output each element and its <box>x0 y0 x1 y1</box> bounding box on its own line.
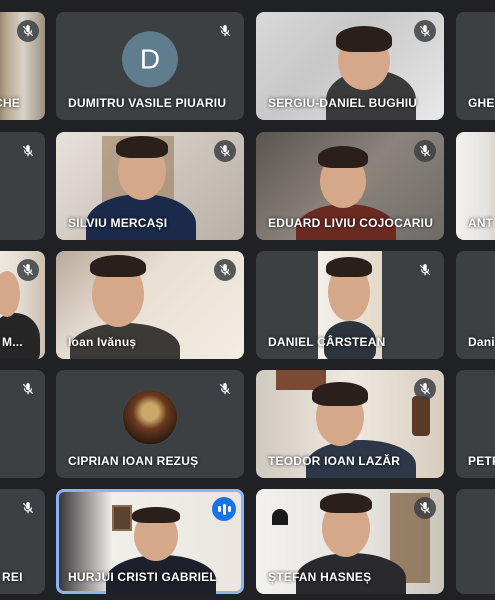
participant-name: ANT <box>468 216 494 230</box>
participant-tile[interactable]: CIPRIAN IOAN REZUȘ <box>56 370 244 478</box>
participant-tile[interactable]: PETR <box>456 370 495 478</box>
participant-tile[interactable]: Dani <box>456 251 495 359</box>
participant-tile[interactable] <box>0 132 45 240</box>
participant-name: CIPRIAN IOAN REZUȘ <box>68 454 199 468</box>
participant-name: SERGIU-DANIEL BUGHIU <box>268 96 418 110</box>
participant-tile[interactable]: ANT <box>456 132 495 240</box>
mic-off-icon <box>17 20 39 42</box>
mic-off-icon <box>214 378 236 400</box>
avatar: D <box>122 31 178 88</box>
participant-name: EDUARD LIVIU COJOCARIU <box>268 216 434 230</box>
participant-name: DUMITRU VASILE PIUARIU <box>68 96 227 110</box>
participant-tile[interactable]: D DUMITRU VASILE PIUARIU <box>56 12 244 120</box>
mic-off-icon <box>17 259 39 281</box>
participant-name: Dani <box>468 335 495 349</box>
participant-tile[interactable] <box>0 370 45 478</box>
participant-name: PETR <box>468 454 495 468</box>
participant-name: M... <box>2 335 23 349</box>
mic-off-icon <box>17 378 39 400</box>
mic-off-icon <box>414 378 436 400</box>
participant-tile[interactable]: TEODOR IOAN LAZĂR <box>256 370 444 478</box>
participant-tile[interactable]: SERGIU-DANIEL BUGHIU <box>256 12 444 120</box>
participant-tile-speaking[interactable]: HURJUI CRISTI GABRIEL <box>56 489 244 594</box>
mic-off-icon <box>414 259 436 281</box>
participant-tile[interactable]: DANIEL CÂRSTEAN <box>256 251 444 359</box>
participant-tile[interactable]: Ioan Ivănuș <box>56 251 244 359</box>
participant-tile[interactable]: CHE <box>0 12 45 120</box>
participant-name: ȘTEFAN HASNEȘ <box>268 570 372 584</box>
avatar <box>122 389 178 446</box>
participant-name: REI <box>2 570 23 584</box>
participant-tile[interactable]: GHE <box>456 12 495 120</box>
participant-tile[interactable]: REI <box>0 489 45 594</box>
participant-name: HURJUI CRISTI GABRIEL <box>68 570 217 584</box>
mic-off-icon <box>214 140 236 162</box>
participant-tile[interactable]: EDUARD LIVIU COJOCARIU <box>256 132 444 240</box>
participant-tile[interactable]: M... <box>0 251 45 359</box>
participant-name: SILVIU MERCAȘI <box>68 216 168 230</box>
participant-tile[interactable] <box>456 489 495 594</box>
mic-off-icon <box>414 140 436 162</box>
mic-off-icon <box>17 497 39 519</box>
mic-off-icon <box>214 259 236 281</box>
participant-name: Ioan Ivănuș <box>68 335 137 349</box>
participant-name: CHE <box>0 96 20 110</box>
participant-name: GHE <box>468 96 495 110</box>
mic-off-icon <box>414 20 436 42</box>
mic-off-icon <box>414 497 436 519</box>
participant-tile[interactable]: SILVIU MERCAȘI <box>56 132 244 240</box>
mic-off-icon <box>17 140 39 162</box>
participant-tile[interactable]: ȘTEFAN HASNEȘ <box>256 489 444 594</box>
mic-off-icon <box>214 20 236 42</box>
participant-name: DANIEL CÂRSTEAN <box>268 335 386 349</box>
participant-name: TEODOR IOAN LAZĂR <box>268 454 401 468</box>
speaking-indicator-icon <box>212 497 236 521</box>
